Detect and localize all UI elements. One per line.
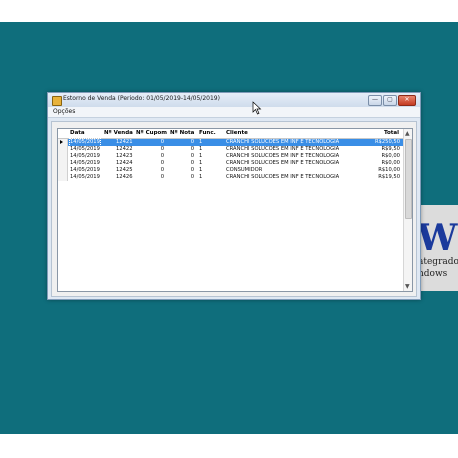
row-header[interactable] <box>58 167 68 174</box>
cell-nota: 0 <box>190 167 194 173</box>
close-button[interactable]: ✕ <box>398 95 416 106</box>
col-header-venda[interactable]: Nº Venda <box>104 130 133 136</box>
scroll-up-icon[interactable]: ▲ <box>405 130 410 137</box>
window-title: Estorno de Venda (Periodo: 01/05/2019-14… <box>63 95 220 102</box>
grid-header: Data Nº Venda Nº Cupom Nº Nota Func. Cli… <box>58 129 404 139</box>
window-titlebar[interactable]: Estorno de Venda (Periodo: 01/05/2019-14… <box>48 93 420 107</box>
table-row[interactable]: 14/05/2019 12423 0 0 1 CRANCHI SOLUCOES EM IN… <box>58 153 404 160</box>
row-header[interactable] <box>58 153 68 160</box>
mouse-cursor-icon <box>252 101 262 115</box>
scroll-thumb[interactable] <box>405 139 412 219</box>
col-header-data[interactable]: Data <box>70 130 85 136</box>
row-header[interactable] <box>58 146 68 153</box>
cell-cliente: CRANCHI SOLUCOES EM INF E TECNOLOGIA <box>226 174 340 180</box>
cell-venda: 12426 <box>116 174 133 180</box>
cell-cliente: CRANCHI SOLUCOES EM INF E TECNOLOGIA <box>226 139 340 145</box>
cell-data: 14/05/2019 <box>70 174 100 180</box>
cell-nota: 0 <box>190 139 194 145</box>
cell-venda: 12422 <box>116 146 133 152</box>
background-app-logo: W <box>417 217 457 259</box>
cell-total: R$10,00 <box>378 167 400 173</box>
vertical-scrollbar[interactable]: ▲ ▼ <box>403 129 412 291</box>
cell-cupom: 0 <box>160 174 164 180</box>
cell-data: 14/05/2019 <box>70 167 100 173</box>
menu-bar: Opções <box>48 107 420 118</box>
cell-cupom: 0 <box>160 160 164 166</box>
cell-cliente: CRANCHI SOLUCOES EM INF E TECNOLOGIA <box>226 153 340 159</box>
cell-cupom: 0 <box>160 146 164 152</box>
cell-cliente: CRANCHI SOLUCOES EM INF E TECNOLOGIA <box>226 146 340 152</box>
cell-func: 1 <box>199 174 203 180</box>
col-header-total[interactable]: Total <box>384 130 399 136</box>
table-row[interactable]: 14/05/2019 12422 0 0 1 CRANCHI SOLUCOES EM IN… <box>58 146 404 153</box>
cell-venda: 12424 <box>116 160 133 166</box>
col-header-nota[interactable]: Nº Nota <box>170 130 194 136</box>
cell-data: 14/05/2019 <box>70 153 100 159</box>
cell-venda: 12421 <box>116 139 133 145</box>
row-header[interactable] <box>58 174 68 181</box>
cell-func: 1 <box>199 167 203 173</box>
col-header-func[interactable]: Func. <box>199 130 216 136</box>
estorno-venda-window[interactable]: Estorno de Venda (Periodo: 01/05/2019-14… <box>47 92 421 300</box>
table-row[interactable]: 14/05/2019 12426 0 0 1 CRANCHI SOLUCOES EM IN… <box>58 174 404 181</box>
window-client-area: Data Nº Venda Nº Cupom Nº Nota Func. Cli… <box>51 121 417 297</box>
cell-cliente: CRANCHI SOLUCOES EM INF E TECNOLOGIA <box>226 160 340 166</box>
cell-cupom: 0 <box>160 153 164 159</box>
col-header-cupom[interactable]: Nº Cupom <box>136 130 167 136</box>
minimize-button[interactable]: — <box>368 95 382 106</box>
background-app-text-1: ategrado <box>418 257 458 267</box>
cell-data: 14/05/2019 <box>69 138 101 147</box>
cell-total: R$9,50 <box>381 146 400 152</box>
cell-func: 1 <box>199 153 203 159</box>
menu-opcoes[interactable]: Opções <box>53 108 75 115</box>
cell-data: 14/05/2019 <box>70 160 100 166</box>
current-row-indicator-icon <box>60 140 63 144</box>
cell-nota: 0 <box>190 174 194 180</box>
cell-total: R$250,50 <box>374 139 400 145</box>
cell-nota: 0 <box>190 160 194 166</box>
cell-func: 1 <box>199 146 203 152</box>
col-header-cliente[interactable]: Cliente <box>226 130 248 136</box>
cell-func: 1 <box>199 139 203 145</box>
cell-func: 1 <box>199 160 203 166</box>
table-row[interactable]: 14/05/2019 12421 0 0 1 CRANCHI SOLUCOES EM IN… <box>58 138 404 147</box>
sales-grid[interactable]: Data Nº Venda Nº Cupom Nº Nota Func. Cli… <box>57 128 413 292</box>
cell-total: R$19,50 <box>378 174 400 180</box>
maximize-button[interactable]: ▢ <box>383 95 397 106</box>
cell-nota: 0 <box>190 153 194 159</box>
table-row[interactable]: 14/05/2019 12424 0 0 1 CRANCHI SOLUCOES EM IN… <box>58 160 404 167</box>
cell-total: R$0,00 <box>381 160 400 166</box>
row-header[interactable] <box>58 160 68 167</box>
cell-cliente: CONSUMIDOR <box>226 167 263 173</box>
cell-nota: 0 <box>190 146 194 152</box>
cell-cupom: 0 <box>160 139 164 145</box>
cell-venda: 12423 <box>116 153 133 159</box>
cell-cupom: 0 <box>160 167 164 173</box>
cell-total: R$0,00 <box>381 153 400 159</box>
table-row[interactable]: 14/05/2019 12425 0 0 1 CONSUMIDOR R$10,00 <box>58 167 404 174</box>
cell-venda: 12425 <box>116 167 133 173</box>
cell-data: 14/05/2019 <box>70 146 100 152</box>
app-icon <box>52 96 62 106</box>
background-app-text-2: ndows <box>418 269 448 279</box>
scroll-down-icon[interactable]: ▼ <box>405 283 410 290</box>
